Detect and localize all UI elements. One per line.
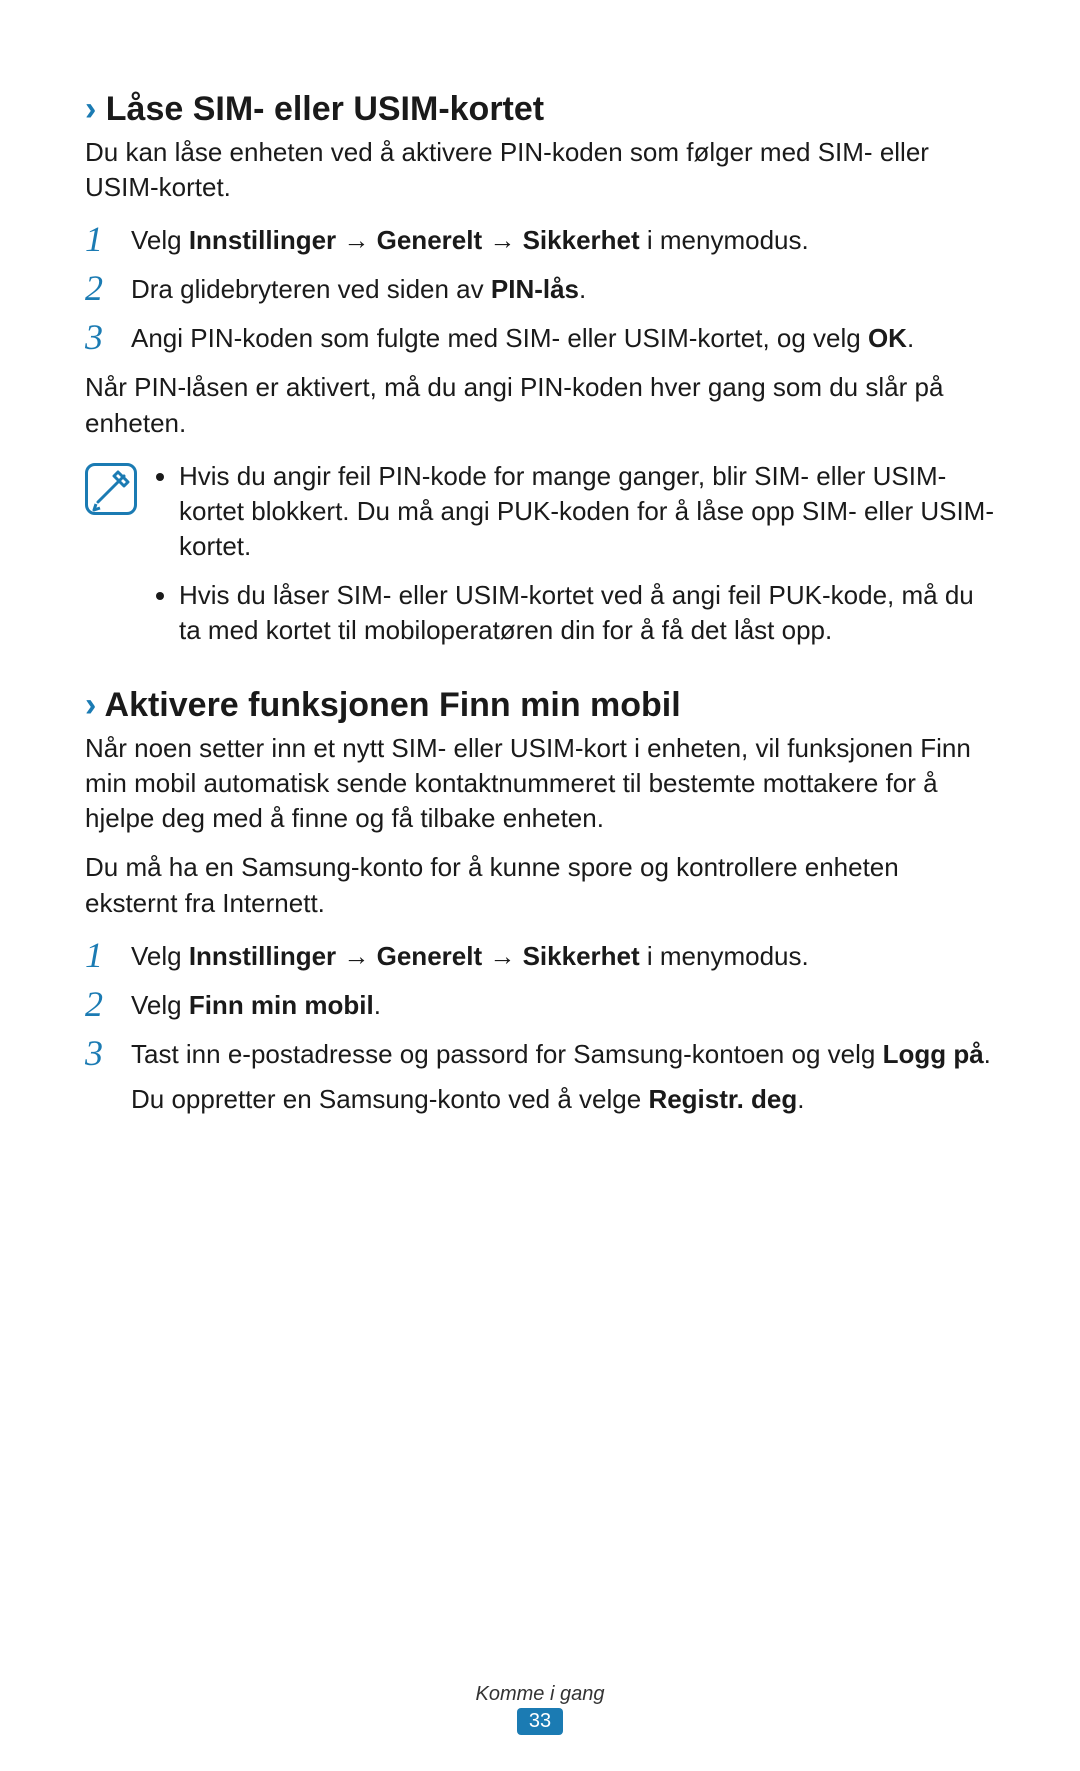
step-row: 2 Dra glidebryteren ved siden av PIN-lås…	[85, 268, 995, 307]
note-item: Hvis du angir feil PIN-kode for mange ga…	[179, 459, 995, 564]
footer-label: Komme i gang	[0, 1683, 1080, 1706]
section-title: Aktivere funksjonen Finn min mobil	[105, 686, 681, 724]
step-number: 1	[85, 219, 131, 257]
step-text: Dra glidebryteren ved siden av PIN-lås.	[131, 268, 995, 307]
chevron-icon: ›	[85, 686, 96, 724]
step-text: Velg Innstillinger → Generelt → Sikkerhe…	[131, 935, 995, 974]
section-heading-lock-sim: › Låse SIM- eller USIM-kortet	[85, 90, 995, 129]
step-row: 1 Velg Innstillinger → Generelt → Sikker…	[85, 219, 995, 258]
chevron-icon: ›	[85, 90, 96, 128]
step-row: 3 Angi PIN-koden som fulgte med SIM- ell…	[85, 317, 995, 356]
page-footer: Komme i gang 33	[0, 1683, 1080, 1735]
step-row: 1 Velg Innstillinger → Generelt → Sikker…	[85, 935, 995, 974]
section-heading-find-mobile: › Aktivere funksjonen Finn min mobil	[85, 686, 995, 725]
section1-intro: Du kan låse enheten ved å aktivere PIN-k…	[85, 135, 995, 205]
section-title: Låse SIM- eller USIM-kortet	[106, 90, 544, 128]
step-number: 2	[85, 268, 131, 306]
step-text: Tast inn e-postadresse og passord for Sa…	[131, 1033, 995, 1072]
section2-intro1: Når noen setter inn et nytt SIM- eller U…	[85, 731, 995, 836]
step-number: 1	[85, 935, 131, 973]
note-block: Hvis du angir feil PIN-kode for mange ga…	[85, 459, 995, 662]
step-subtext: Du oppretter en Samsung-konto ved å velg…	[131, 1082, 995, 1117]
page-number-badge: 33	[517, 1708, 563, 1735]
step-row: 2 Velg Finn min mobil.	[85, 984, 995, 1023]
note-list: Hvis du angir feil PIN-kode for mange ga…	[153, 459, 995, 662]
section2-steps: 1 Velg Innstillinger → Generelt → Sikker…	[85, 935, 995, 1117]
step-row: 3 Tast inn e-postadresse og passord for …	[85, 1033, 995, 1072]
note-icon	[85, 463, 137, 515]
step-number: 3	[85, 317, 131, 355]
step-text: Velg Innstillinger → Generelt → Sikkerhe…	[131, 219, 995, 258]
note-item: Hvis du låser SIM- eller USIM-kortet ved…	[179, 578, 995, 648]
section1-steps: 1 Velg Innstillinger → Generelt → Sikker…	[85, 219, 995, 356]
section2-intro2: Du må ha en Samsung-konto for å kunne sp…	[85, 850, 995, 920]
section1-after: Når PIN-låsen er aktivert, må du angi PI…	[85, 370, 995, 440]
step-number: 2	[85, 984, 131, 1022]
step-number: 3	[85, 1033, 131, 1071]
step-text: Velg Finn min mobil.	[131, 984, 995, 1023]
step-text: Angi PIN-koden som fulgte med SIM- eller…	[131, 317, 995, 356]
